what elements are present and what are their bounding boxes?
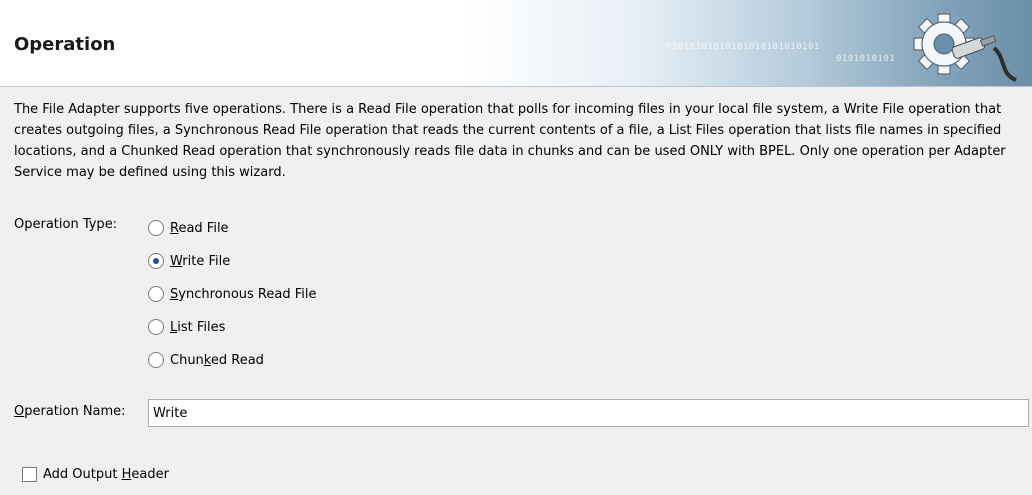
wizard-header: Operation 01010101010101010101010101 010… <box>0 0 1032 87</box>
option-label: Write File <box>170 253 231 269</box>
option-label: Synchronous Read File <box>170 286 317 302</box>
radio-button[interactable] <box>148 319 164 335</box>
binary-decoration: 01010101010101010101010101 <box>666 42 820 52</box>
radio-button[interactable] <box>148 220 164 236</box>
radio-button[interactable] <box>148 286 164 302</box>
description-text: The File Adapter supports five operation… <box>14 102 1006 180</box>
radio-button[interactable] <box>148 352 164 368</box>
checkbox-box[interactable] <box>22 466 37 482</box>
radio-list-files[interactable]: List Files <box>148 316 225 338</box>
radio-button-selected[interactable] <box>148 253 164 269</box>
operation-name-input[interactable] <box>148 399 1029 427</box>
page-title: Operation <box>14 34 116 55</box>
radio-write-file[interactable]: Write File <box>148 250 230 272</box>
radio-read-file[interactable]: Read File <box>148 217 229 239</box>
option-label: Read File <box>170 220 229 236</box>
checkbox-label: Add Output Header <box>43 466 169 482</box>
option-label: Chunked Read <box>170 352 264 368</box>
radio-synchronous-read-file[interactable]: Synchronous Read File <box>148 283 317 305</box>
gear-plug-icon <box>913 13 1017 82</box>
add-output-header-checkbox[interactable]: Add Output Header <box>22 464 169 484</box>
operation-name-label: Operation Name: <box>14 404 126 419</box>
option-label: List Files <box>170 319 226 335</box>
binary-decoration-2: 0101010101 <box>836 54 896 64</box>
radio-chunked-read[interactable]: Chunked Read <box>148 349 264 371</box>
operation-type-label: Operation Type: <box>14 217 118 232</box>
